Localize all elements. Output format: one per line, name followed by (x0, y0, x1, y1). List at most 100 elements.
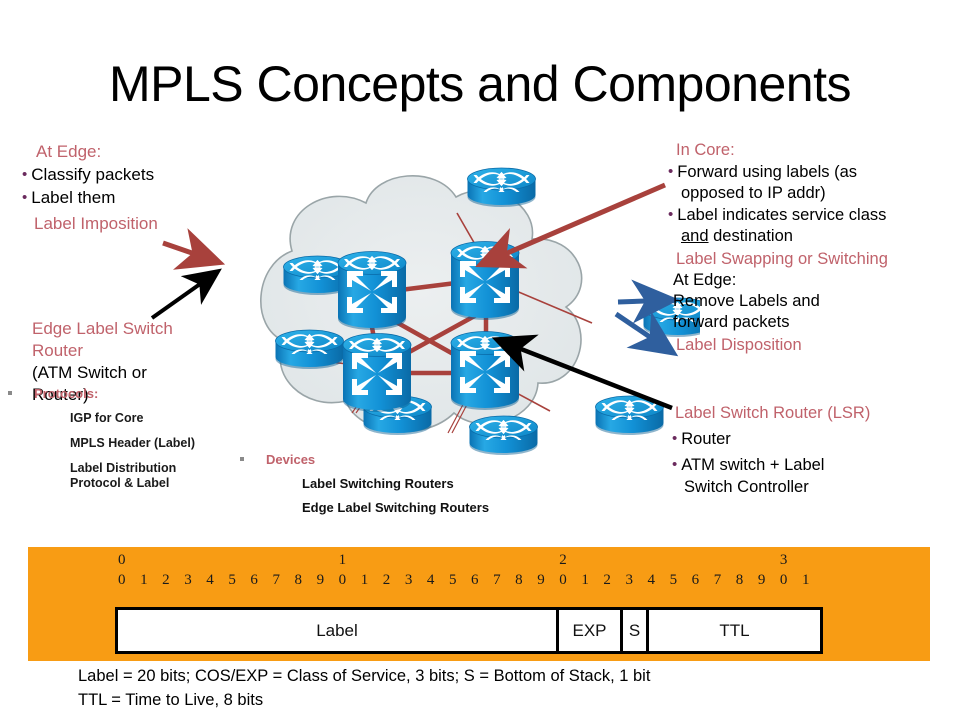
bit-unit-12: 2 (382, 572, 391, 588)
devices-item-2: Edge Label Switching Routers (302, 500, 490, 515)
in-core-bullet-1-line-1: Forward using labels (as (677, 163, 858, 181)
bit-unit-10: 0 (338, 572, 347, 588)
at-edge-callout: At Edge: • Classify packets • Label them L… (16, 140, 266, 235)
lsr-bullet-2-label: ATM switch + Label (681, 456, 825, 474)
field-exp: EXP (559, 610, 623, 651)
bit-unit-6: 6 (250, 572, 258, 588)
edge-router-bottom-right (596, 396, 664, 435)
slide-canvas: MPLS Concepts and Components At Edge: • … (0, 0, 960, 720)
at-edge-bullet-2-label: Label them (31, 188, 116, 207)
lsr-callout: Label Switch Router (LSR) • Router • ATM s… (672, 402, 957, 498)
square-bullet-icon (240, 457, 244, 461)
bullet-dot-icon: • (22, 189, 28, 206)
bit-tens-26 (692, 552, 714, 569)
in-core-bullet-1: • Forward using labels (as (668, 161, 958, 183)
bullet-dot-icon: • (672, 456, 678, 473)
in-core-bullet-1-line-2: opposed to IP addr) (681, 184, 826, 202)
in-core-header: In Core: (676, 141, 735, 159)
field-label: Label (118, 610, 559, 651)
in-core-bullet-2-line-2: and destination (681, 226, 958, 247)
core-lsr-ne (450, 241, 520, 321)
bit-tens-2 (162, 552, 184, 569)
bit-unit-28: 8 (735, 572, 744, 588)
bit-tens-27 (714, 552, 736, 569)
bit-unit-5: 5 (228, 572, 236, 588)
bit-unit-26: 6 (691, 572, 700, 588)
field-s: S (623, 610, 649, 651)
bit-tens-8 (295, 552, 317, 569)
bit-unit-13: 3 (404, 572, 413, 588)
elsr-title-line-1: Edge Label Switch (32, 319, 173, 338)
bit-tens-21 (581, 552, 603, 569)
at-edge-header: At Edge: (36, 142, 102, 161)
bit-tens-20: 2 (559, 552, 567, 568)
bit-unit-16: 6 (471, 572, 479, 588)
bit-tens-12 (383, 552, 405, 569)
bit-unit-11: 1 (360, 572, 369, 588)
in-core-underlined-and: and (681, 227, 709, 245)
bit-tens-29 (758, 552, 780, 569)
bit-tens-1 (140, 552, 162, 569)
bit-tens-16 (471, 552, 493, 569)
devices-block: Devices Label Switching Routers Edge Lab… (240, 452, 540, 515)
bit-unit-30: 0 (779, 572, 788, 588)
bit-unit-15: 5 (448, 572, 457, 588)
protocols-block: Protocols: IGP for Core MPLS Header (Lab… (8, 386, 258, 491)
bit-tens-6 (250, 552, 272, 569)
at-edge-bullet-1: • Classify packets (22, 163, 266, 186)
bit-tens-0: 0 (118, 552, 126, 568)
bit-unit-3: 3 (184, 572, 192, 588)
bit-tens-22 (603, 552, 625, 569)
bit-unit-31: 1 (801, 572, 810, 588)
bit-unit-20: 0 (559, 572, 567, 588)
elsr-title-line-2: Router (32, 341, 84, 360)
caption-line-1: Label = 20 bits; COS/EXP = Class of Serv… (78, 667, 651, 685)
bit-tens-31 (802, 552, 824, 569)
protocols-item-3: Label Distribution (70, 461, 177, 475)
remove-labels-line-1: Remove Labels and (673, 292, 820, 310)
bullet-dot-icon: • (668, 206, 674, 223)
bit-unit-0: 0 (118, 572, 126, 588)
core-lsr-sw (342, 333, 412, 413)
bit-tens-14 (427, 552, 449, 569)
bit-tens-5 (228, 552, 250, 569)
bit-ruler-tens-row: 0 1 2 3 (118, 552, 824, 569)
edge-router-top (468, 168, 536, 207)
page-title: MPLS Concepts and Components (109, 56, 851, 112)
devices-item-1: Label Switching Routers (302, 476, 454, 491)
bit-unit-19: 9 (537, 572, 545, 588)
bit-unit-1: 1 (140, 572, 148, 588)
bullet-dot-icon: • (672, 430, 678, 447)
bullet-dot-icon: • (668, 163, 674, 180)
protocols-item-4: Protocol & Label (70, 476, 170, 490)
protocols-header-row: Protocols: (8, 386, 258, 401)
label-swapping-text: Label Swapping or Switching (676, 250, 888, 268)
header-caption: Label = 20 bits; COS/EXP = Class of Serv… (78, 664, 650, 712)
square-bullet-icon (8, 391, 12, 395)
bit-unit-21: 1 (581, 572, 589, 588)
bit-tens-4 (206, 552, 228, 569)
bit-tens-9 (317, 552, 339, 569)
core-lsr-nw (337, 251, 407, 331)
at-edge-right-header: At Edge: (673, 271, 737, 289)
bit-tens-10: 1 (338, 552, 347, 568)
in-core-callout: In Core: • Forward using labels (as oppos… (668, 140, 958, 356)
bit-tens-15 (449, 552, 471, 569)
in-core-bullet-2-rest: destination (708, 227, 793, 245)
bit-unit-8: 8 (294, 572, 303, 588)
bit-ruler-units-row: 01234567890123456789012345678901 (118, 572, 824, 589)
bit-tens-3 (184, 552, 206, 569)
bit-unit-25: 5 (669, 572, 678, 588)
bit-unit-14: 4 (426, 572, 435, 588)
bit-unit-7: 7 (272, 572, 280, 588)
bit-tens-19 (537, 552, 559, 569)
label-imposition-text: Label Imposition (34, 214, 158, 233)
remove-labels-line-2: forward packets (673, 313, 790, 331)
edge-router-left-lower (276, 330, 344, 369)
lsr-bullet-1: • Router (672, 428, 957, 450)
bit-unit-2: 2 (162, 572, 170, 588)
bit-tens-24 (648, 552, 670, 569)
protocols-header-label: Protocols: (34, 386, 99, 401)
bit-unit-24: 4 (647, 572, 656, 588)
bit-tens-11 (361, 552, 383, 569)
